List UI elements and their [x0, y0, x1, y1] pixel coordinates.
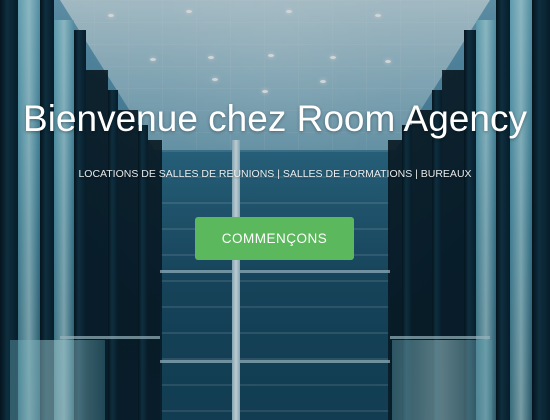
hero-title: Bienvenue chez Room Agency: [23, 98, 527, 139]
hero-overlay: [0, 0, 550, 420]
get-started-button[interactable]: COMMENÇONS: [195, 217, 354, 260]
hero-section: Bienvenue chez Room Agency LOCATIONS DE …: [0, 0, 550, 420]
hero-subtitle: LOCATIONS DE SALLES DE REUNIONS | SALLES…: [78, 168, 472, 180]
